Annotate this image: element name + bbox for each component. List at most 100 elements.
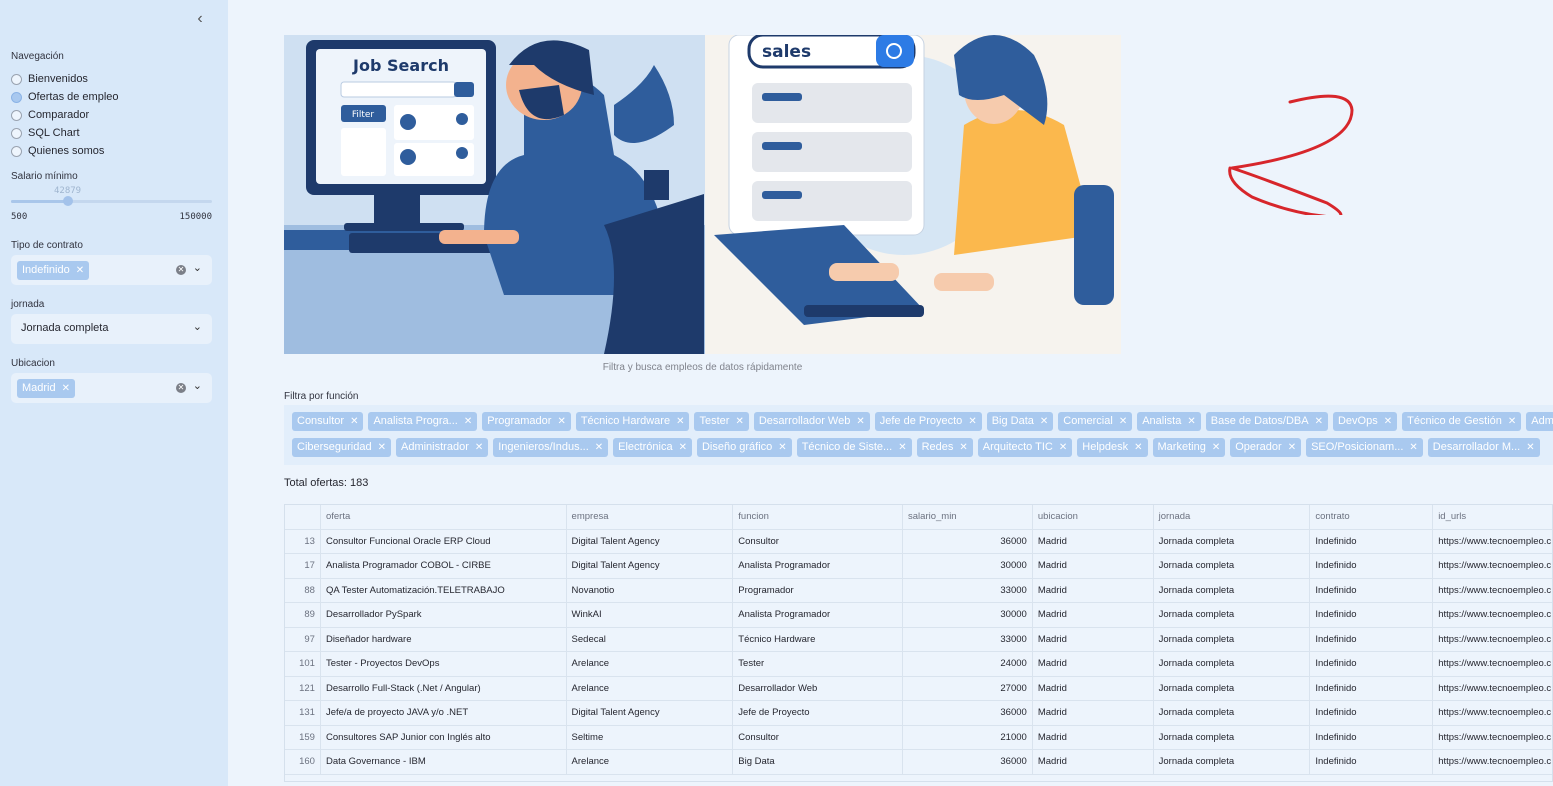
table-cell[interactable]: Seltime: [567, 725, 734, 749]
table-cell[interactable]: Jornada completa: [1154, 554, 1311, 578]
function-chip[interactable]: Administrativo✕: [1526, 412, 1553, 431]
table-cell[interactable]: Madrid: [1033, 627, 1154, 651]
table-cell[interactable]: Madrid: [1033, 603, 1154, 627]
table-cell[interactable]: 36000: [903, 529, 1033, 553]
remove-chip-icon[interactable]: ✕: [595, 438, 603, 457]
table-cell[interactable]: Jornada completa: [1154, 725, 1311, 749]
remove-chip-icon[interactable]: ✕: [1119, 412, 1127, 431]
function-chip[interactable]: Programador ✕: [482, 412, 571, 431]
table-cell[interactable]: Técnico Hardware: [733, 627, 904, 651]
table-row[interactable]: 97 Diseñador hardware Sedecal Técnico Hardw…: [285, 627, 1552, 652]
radio-circle-icon[interactable]: [11, 109, 22, 121]
row-index[interactable]: 13: [285, 529, 321, 553]
table-cell[interactable]: Madrid: [1033, 652, 1154, 676]
function-chip[interactable]: Arquitecto TIC ✕: [977, 438, 1073, 457]
row-index[interactable]: 89: [285, 603, 321, 627]
table-cell[interactable]: Madrid: [1033, 554, 1154, 578]
nav-radio-item[interactable]: Comparador: [11, 106, 119, 124]
table-row[interactable]: 131 Jefe/a de proyecto JAVA y/o .NET Digit…: [285, 701, 1552, 726]
column-header[interactable]: oferta: [321, 505, 567, 529]
column-header[interactable]: jornada: [1154, 505, 1311, 529]
table-cell[interactable]: Arelance: [567, 652, 734, 676]
function-chip[interactable]: Analista ✕: [1137, 412, 1201, 431]
table-cell[interactable]: Analista Programador: [733, 603, 904, 627]
table-cell[interactable]: https://www.tecnoempleo.c: [1433, 603, 1552, 627]
remove-chip-icon[interactable]: ✕: [1059, 438, 1067, 457]
table-cell[interactable]: Jornada completa: [1154, 652, 1311, 676]
table-cell[interactable]: Consultor Funcional Oracle ERP Cloud: [321, 529, 567, 553]
column-header[interactable]: contrato: [1310, 505, 1434, 529]
table-cell[interactable]: Programador: [733, 578, 904, 602]
table-cell[interactable]: Digital Talent Agency: [567, 701, 734, 725]
column-header[interactable]: empresa: [567, 505, 734, 529]
table-cell[interactable]: QA Tester Automatización.TELETRABAJO: [321, 578, 567, 602]
remove-chip-icon[interactable]: ✕: [557, 412, 565, 431]
table-row[interactable]: 159 Consultores SAP Junior con Inglés alt…: [285, 725, 1552, 750]
function-chip[interactable]: Diseño gráfico ✕: [696, 438, 792, 457]
table-row[interactable]: 121 Desarrollo Full-Stack (.Net / Angular…: [285, 676, 1552, 701]
table-cell[interactable]: Jefe/a de proyecto JAVA y/o .NET: [321, 701, 567, 725]
radio-circle-icon[interactable]: [11, 127, 22, 139]
row-index[interactable]: 131: [285, 701, 321, 725]
table-cell[interactable]: 36000: [903, 750, 1033, 774]
table-cell[interactable]: Madrid: [1033, 676, 1154, 700]
table-cell[interactable]: Indefinido: [1310, 750, 1434, 774]
jornada-select[interactable]: Jornada completa ⌄: [11, 314, 212, 344]
radio-circle-icon[interactable]: [11, 73, 22, 85]
function-chip[interactable]: Ingenieros/Indus... ✕: [493, 438, 609, 457]
function-chip[interactable]: SEO/Posicionam... ✕: [1306, 438, 1423, 457]
salary-slider[interactable]: 42879 500 150000: [11, 186, 212, 222]
table-cell[interactable]: 30000: [903, 603, 1033, 627]
remove-tag-icon[interactable]: ✕: [76, 265, 84, 276]
contract-tag[interactable]: Indefinido ✕: [17, 261, 90, 280]
table-cell[interactable]: Analista Programador COBOL - CIRBE: [321, 554, 567, 578]
table-cell[interactable]: 24000: [903, 652, 1033, 676]
table-cell[interactable]: Data Governance - IBM: [321, 750, 567, 774]
table-cell[interactable]: Novanotio: [567, 578, 734, 602]
function-chip[interactable]: Electrónica ✕: [613, 438, 692, 457]
remove-tag-icon[interactable]: ✕: [62, 383, 70, 394]
remove-chip-icon[interactable]: ✕: [1040, 412, 1048, 431]
remove-chip-icon[interactable]: ✕: [1409, 438, 1417, 457]
table-cell[interactable]: WinkAI: [567, 603, 734, 627]
row-index[interactable]: 97: [285, 627, 321, 651]
remove-chip-icon[interactable]: ✕: [898, 438, 906, 457]
remove-chip-icon[interactable]: ✕: [378, 438, 386, 457]
table-cell[interactable]: 27000: [903, 676, 1033, 700]
column-header[interactable]: funcion: [733, 505, 904, 529]
table-cell[interactable]: Arelance: [567, 750, 734, 774]
table-cell[interactable]: Indefinido: [1310, 701, 1434, 725]
row-index[interactable]: 159: [285, 725, 321, 749]
function-chip[interactable]: Comercial ✕: [1058, 412, 1133, 431]
remove-chip-icon[interactable]: ✕: [679, 438, 687, 457]
function-chip[interactable]: Analista Progra... ✕: [368, 412, 478, 431]
table-cell[interactable]: Digital Talent Agency: [567, 529, 734, 553]
table-cell[interactable]: Indefinido: [1310, 529, 1434, 553]
table-cell[interactable]: 36000: [903, 701, 1033, 725]
row-index[interactable]: 101: [285, 652, 321, 676]
function-chip[interactable]: Desarrollador M... ✕: [1427, 438, 1540, 457]
table-cell[interactable]: Madrid: [1033, 529, 1154, 553]
table-cell[interactable]: https://www.tecnoempleo.c: [1433, 652, 1552, 676]
row-index[interactable]: 17: [285, 554, 321, 578]
table-cell[interactable]: Big Data: [733, 750, 904, 774]
clear-icon[interactable]: ✕: [176, 383, 186, 393]
table-cell[interactable]: Madrid: [1033, 725, 1154, 749]
remove-chip-icon[interactable]: ✕: [1384, 412, 1392, 431]
table-cell[interactable]: Madrid: [1033, 578, 1154, 602]
table-cell[interactable]: Jornada completa: [1154, 750, 1311, 774]
table-cell[interactable]: Consultores SAP Junior con Inglés alto: [321, 725, 567, 749]
remove-chip-icon[interactable]: ✕: [778, 438, 786, 457]
table-cell[interactable]: Diseñador hardware: [321, 627, 567, 651]
table-cell[interactable]: https://www.tecnoempleo.c: [1433, 677, 1552, 701]
remove-chip-icon[interactable]: ✕: [475, 438, 483, 457]
column-header[interactable]: ubicacion: [1033, 505, 1154, 529]
table-cell[interactable]: Sedecal: [567, 627, 734, 651]
remove-chip-icon[interactable]: ✕: [735, 412, 743, 431]
remove-chip-icon[interactable]: ✕: [464, 412, 472, 431]
function-chip[interactable]: Operador ✕: [1230, 438, 1302, 457]
chevron-down-icon[interactable]: ⌄: [193, 320, 202, 333]
chevron-down-icon[interactable]: ⌄: [193, 379, 202, 392]
remove-chip-icon[interactable]: ✕: [1288, 438, 1296, 457]
nav-radio-item[interactable]: Quienes somos: [11, 142, 119, 160]
